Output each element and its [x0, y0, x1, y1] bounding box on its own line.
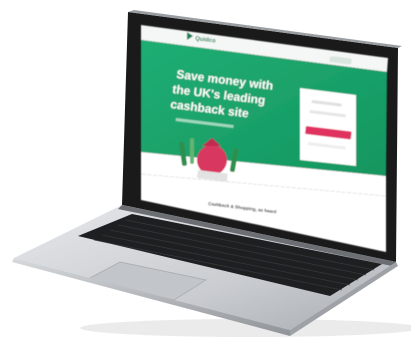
- laptop-illustration: Quidco Save money with the UK's leading …: [12, 10, 411, 337]
- signup-card: [300, 88, 356, 166]
